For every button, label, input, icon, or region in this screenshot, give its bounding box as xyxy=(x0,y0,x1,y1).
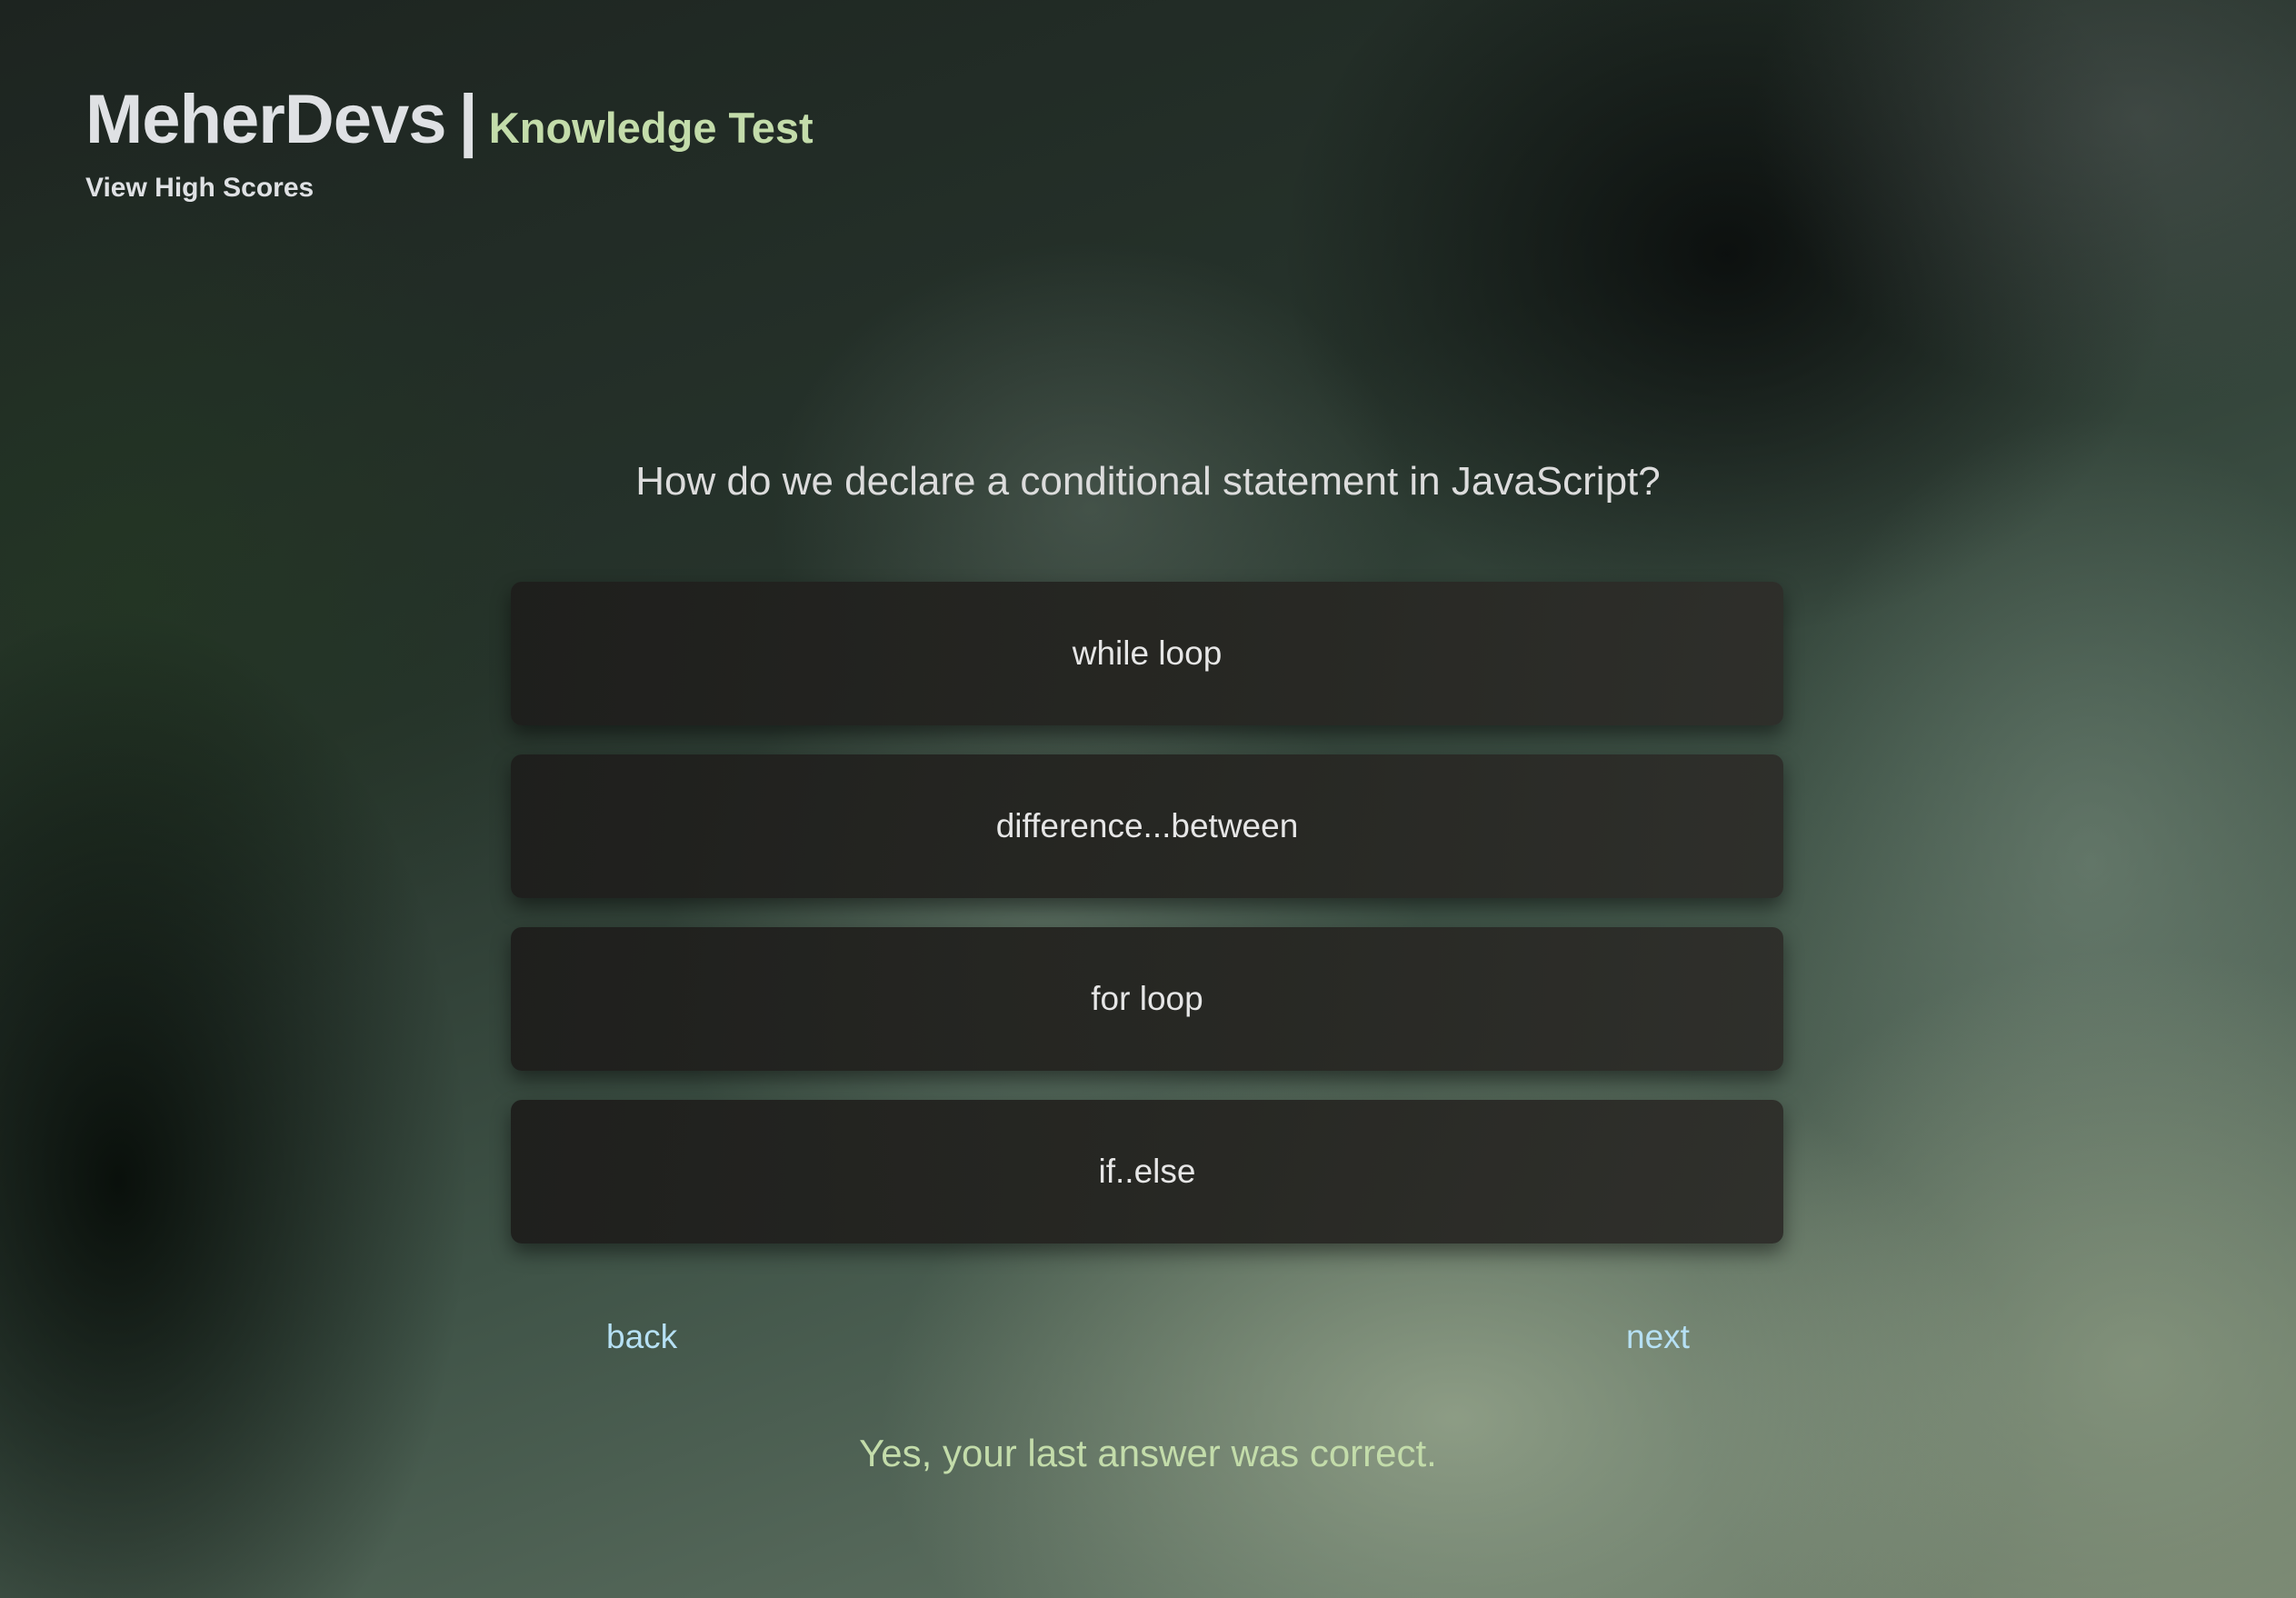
answer-button-1[interactable]: while loop xyxy=(511,582,1783,725)
answer-list: while loop difference...between for loop… xyxy=(511,582,1783,1273)
back-button[interactable]: back xyxy=(606,1318,677,1356)
answer-button-4[interactable]: if..else xyxy=(511,1100,1783,1243)
answer-feedback: Yes, your last answer was correct. xyxy=(859,1432,1437,1474)
brand-title: MeherDevs | Knowledge Test xyxy=(85,80,814,159)
brand-name: MeherDevs xyxy=(85,81,447,158)
answer-button-2[interactable]: difference...between xyxy=(511,754,1783,898)
brand-subtitle: Knowledge Test xyxy=(488,104,814,152)
view-high-scores-link[interactable]: View High Scores xyxy=(85,173,314,204)
next-button[interactable]: next xyxy=(1626,1318,1690,1356)
answer-button-3[interactable]: for loop xyxy=(511,927,1783,1071)
question-text: How do we declare a conditional statemen… xyxy=(635,459,1661,504)
brand-separator: | xyxy=(458,81,478,158)
